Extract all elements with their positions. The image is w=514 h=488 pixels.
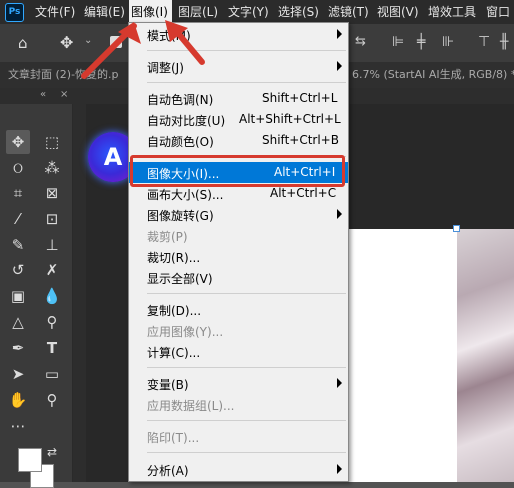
brush-tool-icon[interactable]: ✎: [6, 233, 30, 257]
image-menu-dropdown: 模式(M) 调整(J) 自动色调(N) Shift+Ctrl+L 自动对比度(U…: [128, 22, 349, 482]
shortcut-label: Alt+Ctrl+C: [270, 186, 337, 200]
document-canvas[interactable]: [349, 229, 457, 482]
eraser-tool-icon[interactable]: ✗: [40, 258, 64, 282]
crop-tool-icon[interactable]: ⌗: [6, 181, 30, 205]
transform-handle[interactable]: [453, 225, 460, 232]
align-left-icon[interactable]: ⊫: [392, 34, 404, 50]
spot-heal-icon[interactable]: ⊡: [40, 207, 64, 231]
close-panel-icon[interactable]: ×: [60, 89, 68, 100]
menu-image[interactable]: 图像(I): [129, 0, 172, 24]
menu-item-auto-contrast[interactable]: 自动对比度(U) Alt+Shift+Ctrl+L: [129, 109, 348, 130]
zoom-tool-icon[interactable]: ⚲: [40, 388, 64, 412]
frame-tool-icon[interactable]: ⊠: [40, 181, 64, 205]
magic-wand-icon[interactable]: ⁂: [40, 156, 64, 180]
auto-select-checkbox[interactable]: [110, 36, 122, 48]
menu-separator: [147, 367, 346, 368]
dodge-tool-icon[interactable]: ⚲: [40, 310, 64, 334]
menu-filter[interactable]: 滤镜(T): [328, 0, 369, 24]
menu-item-apply-image[interactable]: 应用图像(Y)...: [129, 320, 348, 341]
menu-edit[interactable]: 编辑(E): [84, 0, 125, 24]
toggle-icon[interactable]: ⇆: [355, 34, 366, 49]
hand-tool-icon[interactable]: ✋: [6, 388, 30, 412]
menu-item-apply-data-set[interactable]: 应用数据组(L)...: [129, 394, 348, 415]
menu-item-variables[interactable]: 变量(B): [129, 373, 348, 394]
menu-window[interactable]: 窗口: [486, 0, 510, 24]
menu-separator: [147, 82, 346, 83]
history-brush-icon[interactable]: ↺: [6, 258, 30, 282]
collapse-icon[interactable]: «: [40, 89, 46, 100]
align-top-icon[interactable]: ⊤: [478, 34, 490, 50]
menu-item-duplicate[interactable]: 复制(D)...: [129, 299, 348, 320]
menu-separator: [147, 420, 346, 421]
menu-bar: Ps 文件(F) 编辑(E) 图像(I) 图层(L) 文字(Y) 选择(S) 滤…: [0, 0, 514, 24]
menu-separator: [147, 50, 346, 51]
move-tool-icon[interactable]: ✥: [6, 130, 30, 154]
tools-panel: ✥ ⬚ ଠ ⁂ ⌗ ⊠ ⁄ ⊡ ✎ ⊥ ↺ ✗ ▣ 💧 △ ⚲ ✒ T ➤ ▭ …: [0, 104, 73, 488]
align-middle-icon[interactable]: ╫: [500, 34, 508, 50]
lasso-tool-icon[interactable]: ଠ: [6, 156, 30, 180]
menu-item-calculations[interactable]: 计算(C)...: [129, 341, 348, 362]
submenu-arrow-icon: [337, 378, 342, 388]
more-tools-icon[interactable]: ⋯: [6, 414, 30, 438]
menu-item-adjust[interactable]: 调整(J): [129, 56, 348, 77]
gradient-tool-icon[interactable]: ▣: [6, 284, 30, 308]
menu-view[interactable]: 视图(V): [377, 0, 419, 24]
marquee-tool-icon[interactable]: ⬚: [40, 130, 64, 154]
menu-item-trap[interactable]: 陷印(T)...: [129, 426, 348, 447]
shortcut-label: Shift+Ctrl+B: [262, 133, 339, 147]
path-select-icon[interactable]: ➤: [6, 362, 30, 386]
align-right-icon[interactable]: ⊪: [442, 34, 454, 50]
submenu-arrow-icon: [337, 61, 342, 71]
submenu-arrow-icon: [337, 209, 342, 219]
move-tool-option-icon[interactable]: ✥: [60, 33, 73, 52]
menu-item-auto-color[interactable]: 自动颜色(O) Shift+Ctrl+B: [129, 130, 348, 151]
menu-select[interactable]: 选择(S): [278, 0, 319, 24]
menu-file[interactable]: 文件(F): [35, 0, 75, 24]
document-tab-left[interactable]: 文章封面 (2)-恢复的.p: [8, 62, 119, 88]
shortcut-label: Shift+Ctrl+L: [262, 91, 338, 105]
stamp-tool-icon[interactable]: ⊥: [40, 233, 64, 257]
swap-colors-icon[interactable]: ⇄: [40, 440, 64, 464]
menu-item-mode[interactable]: 模式(M): [129, 24, 348, 45]
menu-item-auto-tone[interactable]: 自动色调(N) Shift+Ctrl+L: [129, 88, 348, 109]
type-tool-icon[interactable]: T: [40, 336, 64, 360]
menu-type[interactable]: 文字(Y): [228, 0, 269, 24]
home-icon[interactable]: ⌂: [18, 34, 28, 52]
highlight-annotation-box: [130, 155, 345, 187]
rectangle-tool-icon[interactable]: ▭: [40, 362, 64, 386]
menu-item-trim[interactable]: 裁切(R)...: [129, 246, 348, 267]
menu-item-analysis[interactable]: 分析(A): [129, 459, 348, 480]
document-tab-active[interactable]: 6.7% (StartAI AI生成, RGB/8) *: [352, 62, 514, 88]
menu-separator: [147, 452, 346, 453]
shortcut-label: Alt+Shift+Ctrl+L: [239, 112, 341, 126]
menu-separator: [147, 293, 346, 294]
menu-item-crop[interactable]: 裁剪(P): [129, 225, 348, 246]
foreground-color-swatch[interactable]: [18, 448, 42, 472]
photoshop-logo-icon: Ps: [5, 3, 24, 22]
menu-item-reveal-all[interactable]: 显示全部(V): [129, 267, 348, 288]
submenu-arrow-icon: [337, 29, 342, 39]
menu-layer[interactable]: 图层(L): [178, 0, 218, 24]
vertical-ruler: [72, 104, 87, 482]
chevron-down-icon[interactable]: ⌄: [84, 35, 92, 46]
menu-plugins[interactable]: 增效工具: [428, 0, 476, 24]
sharpen-tool-icon[interactable]: △: [6, 310, 30, 334]
pen-tool-icon[interactable]: ✒: [6, 336, 30, 360]
blur-tool-icon[interactable]: 💧: [40, 284, 64, 308]
submenu-arrow-icon: [337, 464, 342, 474]
align-center-icon[interactable]: ╪: [417, 34, 425, 50]
cherry-blossom-photo[interactable]: [457, 229, 514, 482]
menu-item-image-rotation[interactable]: 图像旋转(G): [129, 204, 348, 225]
eyedropper-icon[interactable]: ⁄: [6, 207, 30, 231]
